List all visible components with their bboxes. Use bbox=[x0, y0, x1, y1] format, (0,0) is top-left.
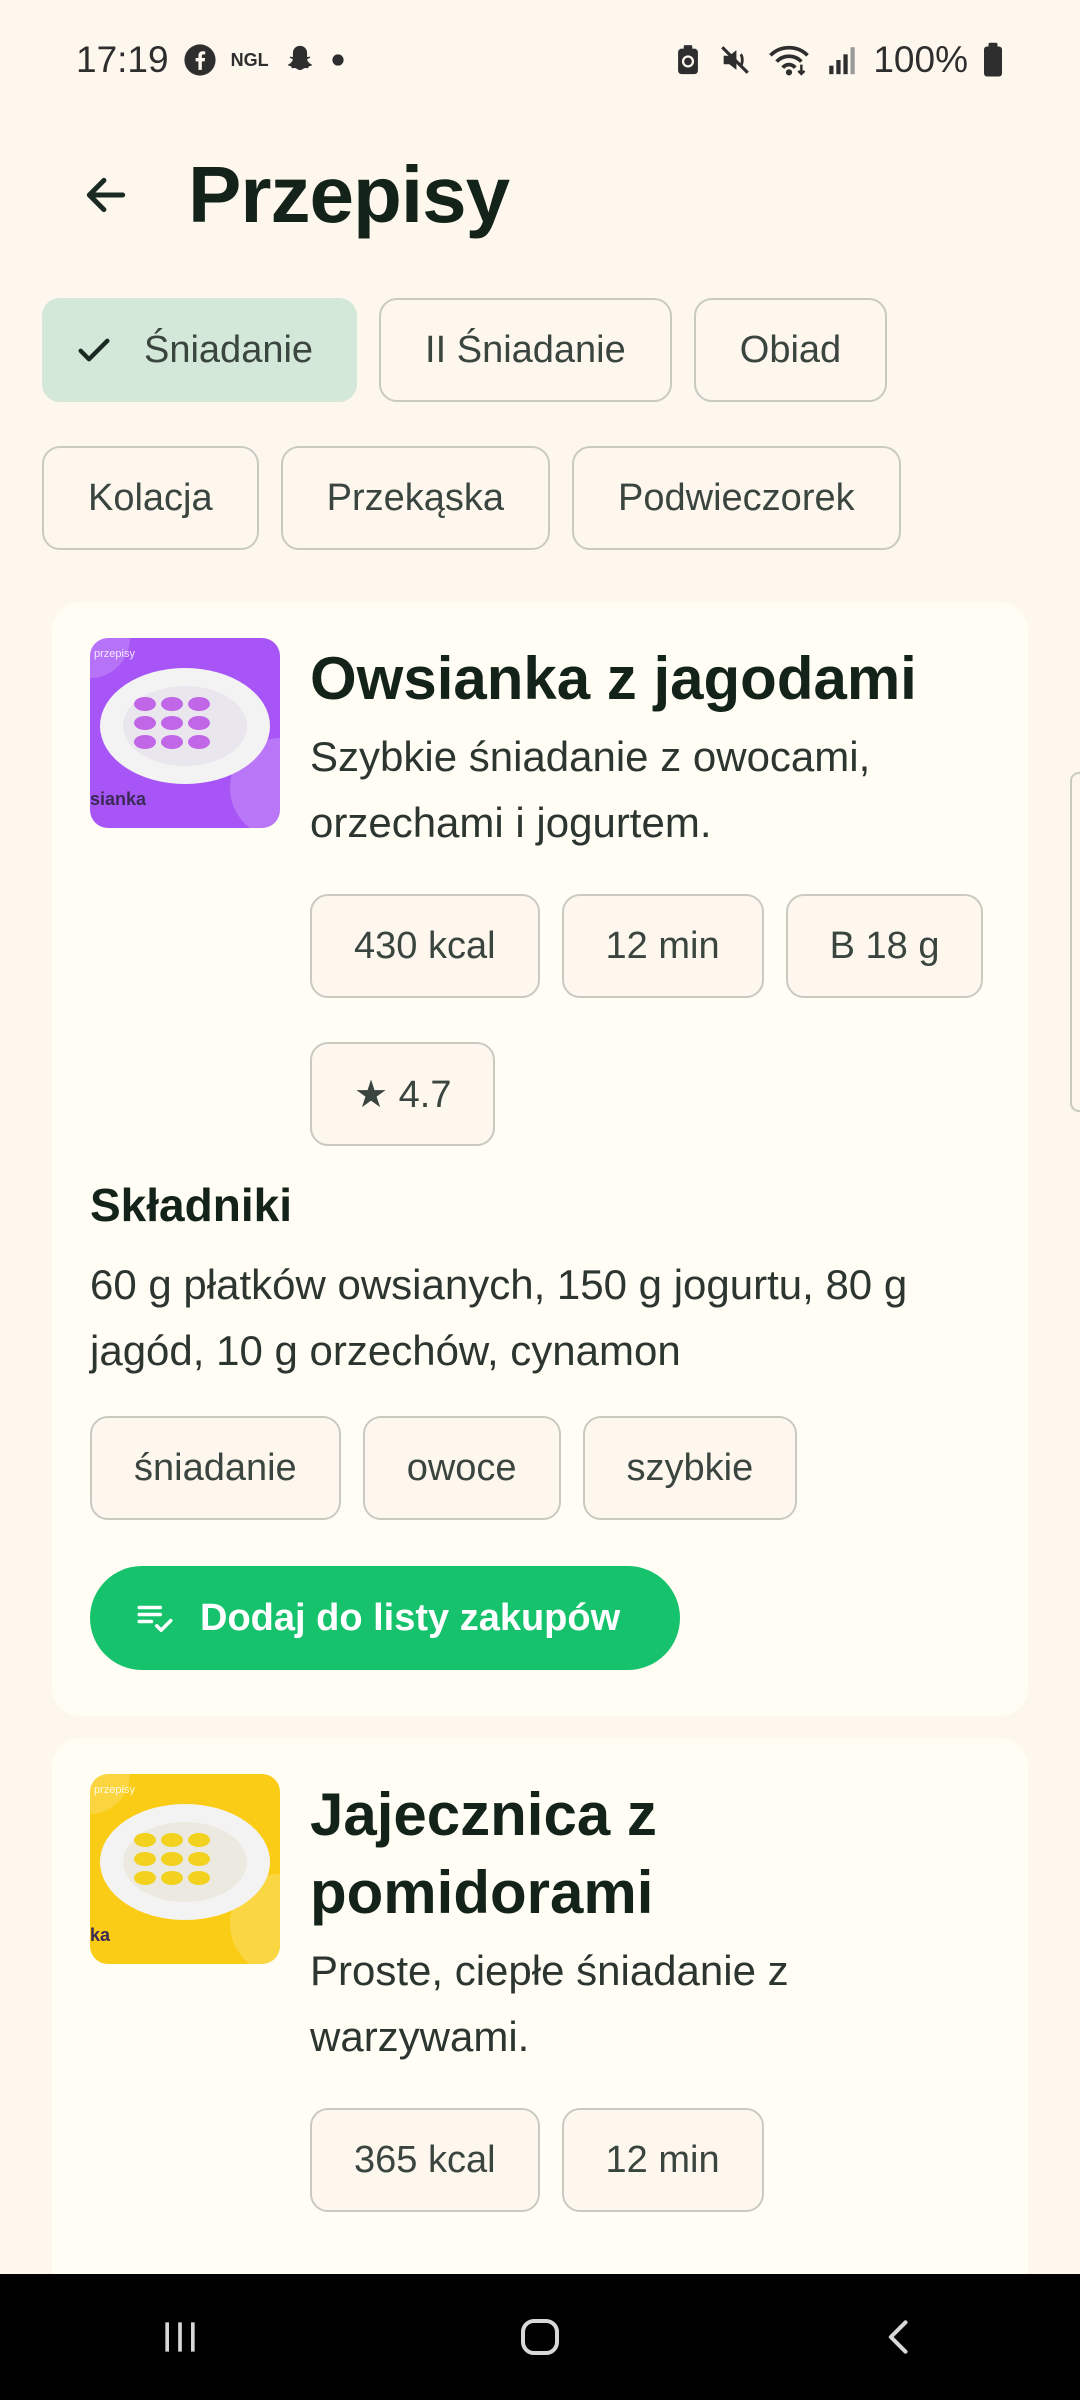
arrow-left-icon bbox=[86, 177, 126, 213]
tag-chip: owoce bbox=[362, 1416, 561, 1520]
thumbnail-caption: przepisy bbox=[94, 648, 135, 660]
back-icon bbox=[888, 2320, 908, 2354]
check-icon bbox=[74, 330, 114, 370]
filter-chip-label: II Śniadanie bbox=[425, 328, 626, 371]
filter-chip-podwieczorek[interactable]: Podwieczorek bbox=[572, 446, 901, 550]
cta-label: Dodaj do listy zakupów bbox=[200, 1596, 621, 1639]
battery-icon bbox=[982, 42, 1004, 78]
thumbnail-caption: ka bbox=[90, 1925, 111, 1945]
tag-chip: szybkie bbox=[582, 1416, 798, 1520]
time-chip: 12 min bbox=[561, 894, 764, 998]
filter-chip-label: Śniadanie bbox=[144, 328, 314, 371]
facebook-icon bbox=[183, 43, 217, 77]
time-chip: 12 min bbox=[561, 2108, 764, 2212]
battery-saver-icon bbox=[673, 43, 703, 77]
filter-chip-label: Podwieczorek bbox=[618, 476, 855, 519]
recipe-description: Proste, ciepłe śniadanie z warzywami. bbox=[310, 1947, 789, 2060]
filter-chip-obiad[interactable]: Obiad bbox=[693, 298, 888, 402]
ngl-icon: NGL bbox=[230, 49, 269, 70]
page-title: Przepisy bbox=[188, 150, 510, 239]
protein-chip: B 18 g bbox=[785, 894, 984, 998]
filter-chip-label: Przekąska bbox=[326, 476, 505, 519]
ingredients-heading: Składniki bbox=[90, 1179, 292, 1231]
mute-icon bbox=[717, 43, 753, 77]
recipe-thumbnail: przepisy sianka bbox=[90, 638, 280, 828]
back-button[interactable] bbox=[78, 167, 134, 223]
thumbnail-caption: przepisy bbox=[94, 1784, 135, 1796]
filter-chip-label: Kolacja bbox=[88, 476, 213, 519]
recipe-thumbnail: przepisy ka bbox=[90, 1774, 280, 1964]
home-button[interactable] bbox=[480, 2297, 600, 2377]
thumbnail-caption: sianka bbox=[90, 789, 147, 809]
playlist-add-check-icon bbox=[134, 1597, 176, 1639]
recipe-title: Owsianka z jagodami bbox=[310, 645, 917, 712]
system-navigation-bar bbox=[0, 2274, 1080, 2400]
filter-chip-kolacja[interactable]: Kolacja bbox=[42, 446, 259, 550]
filter-chip-przekaska[interactable]: Przekąska bbox=[280, 446, 551, 550]
snapchat-icon bbox=[283, 43, 317, 77]
home-icon bbox=[521, 2319, 559, 2355]
ingredients-text: 60 g płatków owsianych, 150 g jogurtu, 8… bbox=[90, 1261, 908, 1374]
recipe-stats: 430 kcal 12 min B 18 g ★ 4.7 bbox=[310, 894, 1000, 1146]
filter-chip-ii-sniadanie[interactable]: II Śniadanie bbox=[379, 298, 672, 402]
add-to-shopping-list-button[interactable]: Dodaj do listy zakupów bbox=[90, 1566, 681, 1670]
app-header: Przepisy bbox=[0, 130, 1080, 260]
status-time: 17:19 bbox=[76, 39, 169, 80]
dot-icon bbox=[331, 53, 345, 67]
recent-apps-icon bbox=[165, 2322, 195, 2352]
tag-chip: śniadanie bbox=[90, 1416, 341, 1520]
filter-chip-label: Obiad bbox=[739, 328, 842, 371]
wifi-icon bbox=[767, 43, 811, 77]
rating-chip: ★ 4.7 bbox=[310, 1042, 496, 1146]
filter-chip-sniadanie[interactable]: Śniadanie bbox=[42, 298, 358, 402]
meal-filter-chips: Śniadanie II Śniadanie Obiad Kolacja Prz… bbox=[42, 298, 1042, 550]
recent-apps-button[interactable] bbox=[120, 2297, 240, 2377]
recipe-stats: 365 kcal 12 min bbox=[310, 2108, 1000, 2212]
kcal-chip: 430 kcal bbox=[310, 894, 540, 998]
side-panel-handle[interactable] bbox=[1070, 772, 1080, 1112]
kcal-chip: 365 kcal bbox=[310, 2108, 540, 2212]
back-nav-button[interactable] bbox=[840, 2297, 960, 2377]
recipe-title: Jajecznica z pomidorami bbox=[310, 1781, 657, 1926]
recipe-card[interactable]: przepisy sianka Owsianka z jagodami Szyb… bbox=[52, 602, 1028, 1716]
recipe-description: Szybkie śniadanie z owocami, orzechami i… bbox=[310, 733, 871, 846]
battery-percent: 100% bbox=[873, 39, 968, 80]
recipe-tags: śniadanie owoce szybkie bbox=[90, 1416, 798, 1520]
signal-icon bbox=[825, 43, 859, 77]
status-bar: 17:19 NGL 100% bbox=[0, 0, 1080, 120]
